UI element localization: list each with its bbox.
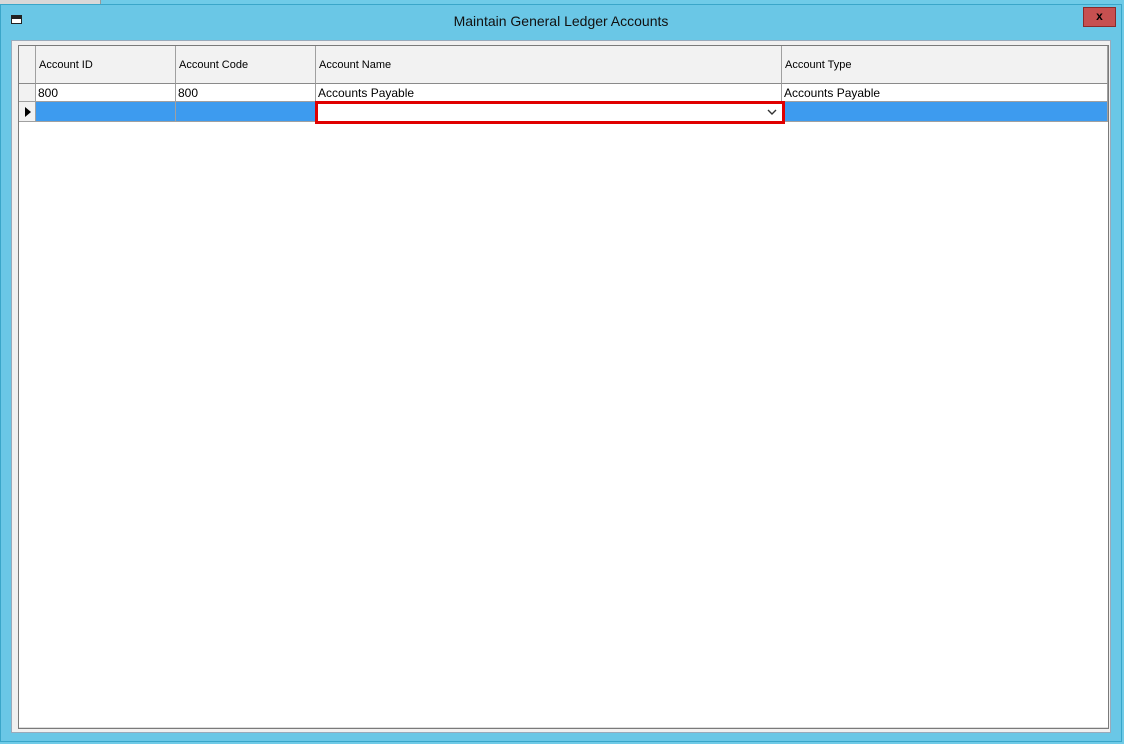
close-button[interactable]: x <box>1083 7 1116 27</box>
account-name-dropdown[interactable] <box>315 101 785 124</box>
row-header-current[interactable] <box>19 102 36 122</box>
accounts-grid[interactable]: Account ID Account Code Account Name Acc… <box>18 45 1109 729</box>
current-row-arrow-icon <box>25 107 31 117</box>
cell-account-type[interactable]: Accounts Payable <box>782 84 1108 102</box>
gl-accounts-window: Maintain General Ledger Accounts x Accou… <box>0 4 1122 742</box>
column-header-account-type[interactable]: Account Type <box>782 46 1108 84</box>
new-cell-account-type[interactable] <box>782 102 1108 122</box>
cell-account-code[interactable]: 800 <box>176 84 316 102</box>
column-header-account-id[interactable]: Account ID <box>36 46 176 84</box>
new-cell-account-code[interactable] <box>176 102 316 122</box>
row-header-corner[interactable] <box>19 46 36 84</box>
title-bar[interactable]: Maintain General Ledger Accounts x <box>1 5 1121 37</box>
cell-account-id[interactable]: 800 <box>36 84 176 102</box>
chevron-down-icon[interactable] <box>766 106 778 118</box>
row-header[interactable] <box>19 84 36 102</box>
window-title: Maintain General Ledger Accounts <box>453 13 669 29</box>
grid-bottom-edge <box>19 727 1108 728</box>
cell-account-name[interactable]: Accounts Payable <box>316 84 782 102</box>
grid-header-row: Account ID Account Code Account Name Acc… <box>19 46 1108 84</box>
table-row[interactable]: 800 800 Accounts Payable Accounts Payabl… <box>19 84 1108 102</box>
column-header-account-name[interactable]: Account Name <box>316 46 782 84</box>
column-header-account-code[interactable]: Account Code <box>176 46 316 84</box>
client-area: Account ID Account Code Account Name Acc… <box>11 40 1111 733</box>
new-cell-account-id[interactable] <box>36 102 176 122</box>
